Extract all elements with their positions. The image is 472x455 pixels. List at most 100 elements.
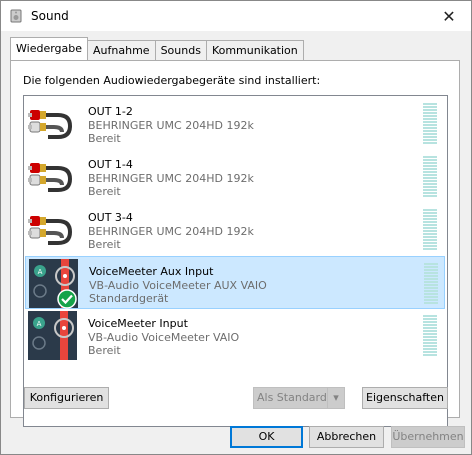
- meter-segment: [423, 106, 437, 108]
- meter-segment: [423, 248, 437, 250]
- device-list[interactable]: OUT 1-2 BEHRINGER UMC 204HD 192k Bereit …: [23, 95, 448, 427]
- meter-segment: [424, 296, 438, 298]
- meter-segment: [423, 233, 437, 235]
- meter-segment: [423, 336, 437, 338]
- device-name: VoiceMeeter Aux Input: [89, 265, 214, 278]
- meter-segment: [423, 130, 437, 132]
- apply-button[interactable]: Übernehmen: [391, 426, 465, 448]
- tab-wiedergabe[interactable]: Wiedergabe: [10, 37, 89, 60]
- meter-segment: [423, 174, 437, 176]
- meter-segment: [423, 345, 437, 347]
- meter-segment: [423, 165, 437, 167]
- tab-sounds[interactable]: Sounds: [154, 40, 207, 60]
- meter-segment: [423, 330, 437, 332]
- meter-segment: [423, 333, 437, 335]
- meter-segment: [424, 269, 438, 271]
- configure-button[interactable]: Konfigurieren: [24, 387, 109, 409]
- device-row-out-3-4[interactable]: OUT 3-4 BEHRINGER UMC 204HD 192k Bereit: [25, 203, 445, 256]
- default-check-icon: [57, 289, 77, 309]
- meter-segment: [423, 171, 437, 173]
- window-title: Sound: [31, 9, 69, 23]
- meter-segment: [423, 348, 437, 350]
- meter-segment: [423, 162, 437, 164]
- meter-segment: [423, 224, 437, 226]
- svg-text:A: A: [38, 268, 43, 276]
- meter-segment: [424, 266, 438, 268]
- meter-segment: [423, 212, 437, 214]
- meter-segment: [423, 168, 437, 170]
- meter-segment: [423, 192, 437, 194]
- device-hardware: BEHRINGER UMC 204HD 192k: [88, 119, 254, 132]
- meter-segment: [423, 339, 437, 341]
- tab-kommunikation[interactable]: Kommunikation: [205, 40, 304, 60]
- meter-segment: [424, 278, 438, 280]
- properties-button[interactable]: Eigenschaften: [362, 387, 448, 409]
- meter-segment: [423, 112, 437, 114]
- device-status: Bereit: [88, 185, 121, 198]
- meter-segment: [424, 299, 438, 301]
- svg-text:A: A: [37, 320, 42, 328]
- device-status: Standardgerät: [89, 292, 169, 305]
- meter-segment: [423, 139, 437, 141]
- meter-segment: [423, 318, 437, 320]
- meter-segment: [423, 218, 437, 220]
- device-name: VoiceMeeter Input: [88, 317, 188, 330]
- device-hardware: BEHRINGER UMC 204HD 192k: [88, 225, 254, 238]
- meter-segment: [423, 315, 437, 317]
- device-status: Bereit: [88, 132, 121, 145]
- ok-button[interactable]: OK: [230, 426, 303, 448]
- device-name: OUT 1-4: [88, 158, 133, 171]
- chevron-down-icon[interactable]: ▾: [327, 388, 344, 408]
- rca-cable-icon: [28, 163, 73, 192]
- meter-segment: [423, 324, 437, 326]
- meter-segment: [423, 109, 437, 111]
- rca-cable-icon: [28, 110, 73, 139]
- meter-segment: [423, 183, 437, 185]
- meter-segment: [423, 103, 437, 105]
- tab-bar: Wiedergabe Aufnahme Sounds Kommunikation: [10, 37, 304, 60]
- meter-segment: [423, 354, 437, 356]
- device-hardware: VB-Audio VoiceMeeter AUX VAIO: [89, 279, 267, 292]
- meter-segment: [423, 180, 437, 182]
- meter-segment: [423, 124, 437, 126]
- rca-cable-icon: [28, 216, 73, 245]
- level-meter: [423, 315, 437, 357]
- set-default-button[interactable]: Als Standard ▾: [253, 387, 345, 409]
- close-icon[interactable]: ✕: [427, 1, 471, 31]
- device-row-out-1-2[interactable]: OUT 1-2 BEHRINGER UMC 204HD 192k Bereit: [25, 97, 445, 150]
- set-default-label: Als Standard: [257, 391, 327, 404]
- meter-segment: [423, 177, 437, 179]
- intro-text: Die folgenden Audiowiedergabegeräte sind…: [23, 74, 321, 87]
- tab-aufnahme[interactable]: Aufnahme: [87, 40, 156, 60]
- sound-dialog: Sound ✕ Wiedergabe Aufnahme Sounds Kommu…: [0, 0, 472, 455]
- meter-segment: [423, 239, 437, 241]
- meter-segment: [424, 272, 438, 274]
- meter-segment: [424, 263, 438, 265]
- device-row-voicemeeter-aux-input[interactable]: A VoiceMeeter Aux Input VB-Audio VoiceMe…: [25, 256, 445, 309]
- meter-segment: [423, 186, 437, 188]
- device-row-voicemeeter-input[interactable]: A VoiceMeeter Input VB-Audio VoiceMeeter…: [25, 309, 445, 362]
- level-meter: [423, 209, 437, 251]
- device-hardware: BEHRINGER UMC 204HD 192k: [88, 172, 254, 185]
- meter-segment: [423, 327, 437, 329]
- meter-segment: [423, 245, 437, 247]
- device-name: OUT 1-2: [88, 105, 133, 118]
- meter-segment: [423, 127, 437, 129]
- device-name: OUT 3-4: [88, 211, 133, 224]
- meter-segment: [424, 293, 438, 295]
- cancel-button[interactable]: Abbrechen: [309, 426, 384, 448]
- level-meter: [424, 263, 438, 305]
- meter-segment: [423, 159, 437, 161]
- meter-segment: [423, 221, 437, 223]
- meter-segment: [424, 281, 438, 283]
- device-status: Bereit: [88, 344, 121, 357]
- meter-segment: [424, 302, 438, 304]
- speaker-icon: [10, 9, 22, 23]
- meter-segment: [423, 321, 437, 323]
- level-meter: [423, 103, 437, 145]
- device-hardware: VB-Audio VoiceMeeter VAIO: [88, 331, 240, 344]
- device-row-out-1-4[interactable]: OUT 1-4 BEHRINGER UMC 204HD 192k Bereit: [25, 150, 445, 203]
- meter-segment: [423, 121, 437, 123]
- meter-segment: [423, 342, 437, 344]
- meter-segment: [423, 156, 437, 158]
